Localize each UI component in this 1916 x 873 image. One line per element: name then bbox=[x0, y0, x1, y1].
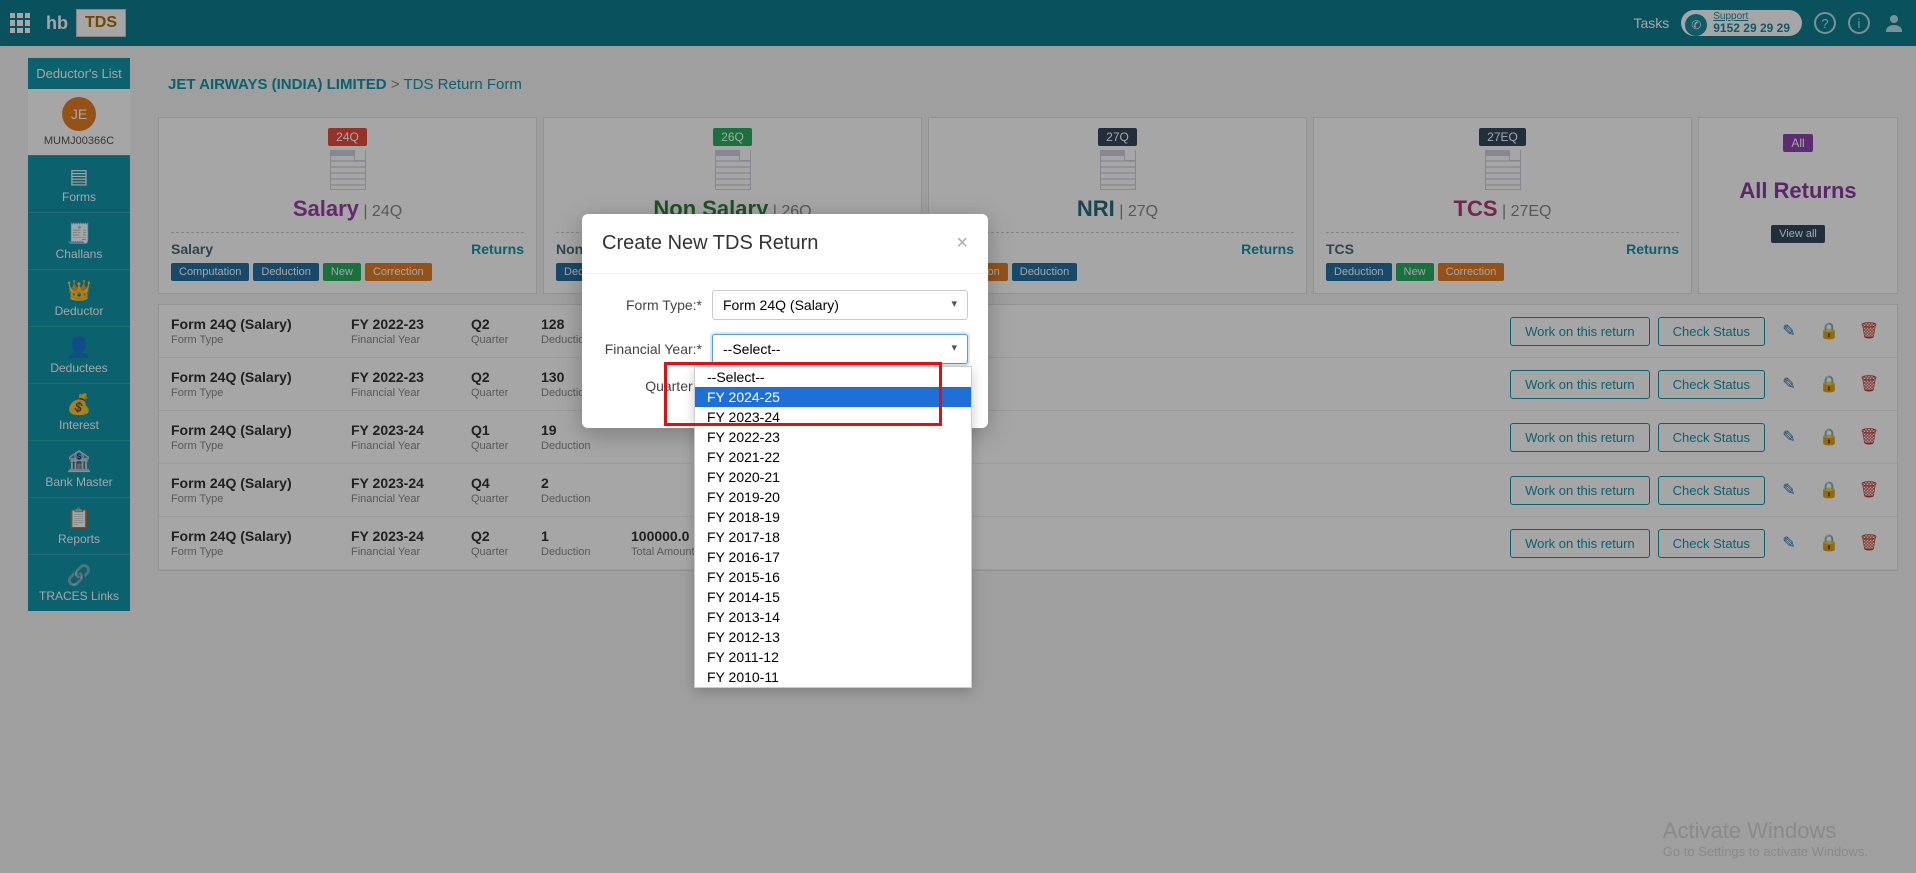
dropdown-option[interactable]: FY 2023-24 bbox=[695, 407, 971, 427]
financial-year-label: Financial Year:* bbox=[602, 341, 712, 357]
dropdown-option[interactable]: FY 2017-18 bbox=[695, 527, 971, 547]
dropdown-option[interactable]: FY 2018-19 bbox=[695, 507, 971, 527]
dropdown-option[interactable]: FY 2015-16 bbox=[695, 567, 971, 587]
close-icon[interactable]: × bbox=[956, 232, 968, 255]
dropdown-option[interactable]: FY 2011-12 bbox=[695, 647, 971, 667]
financial-year-dropdown: --Select--FY 2024-25FY 2023-24FY 2022-23… bbox=[694, 366, 972, 688]
modal-title: Create New TDS Return bbox=[602, 232, 818, 255]
dropdown-option[interactable]: FY 2010-11 bbox=[695, 667, 971, 687]
chevron-down-icon: ▾ bbox=[951, 341, 957, 354]
dropdown-option[interactable]: FY 2019-20 bbox=[695, 487, 971, 507]
financial-year-select[interactable]: --Select--▾ bbox=[712, 334, 968, 364]
form-type-select[interactable]: Form 24Q (Salary)▾ bbox=[712, 290, 968, 320]
dropdown-option[interactable]: FY 2012-13 bbox=[695, 627, 971, 647]
chevron-down-icon: ▾ bbox=[951, 297, 957, 310]
dropdown-option[interactable]: --Select-- bbox=[695, 367, 971, 387]
dropdown-option[interactable]: FY 2016-17 bbox=[695, 547, 971, 567]
dropdown-option[interactable]: FY 2013-14 bbox=[695, 607, 971, 627]
form-type-label: Form Type:* bbox=[602, 297, 712, 313]
dropdown-option[interactable]: FY 2021-22 bbox=[695, 447, 971, 467]
dropdown-option[interactable]: FY 2014-15 bbox=[695, 587, 971, 607]
dropdown-option[interactable]: FY 2020-21 bbox=[695, 467, 971, 487]
windows-activation-watermark: Activate Windows Go to Settings to activ… bbox=[1663, 818, 1868, 859]
dropdown-option[interactable]: FY 2022-23 bbox=[695, 427, 971, 447]
dropdown-option[interactable]: FY 2024-25 bbox=[695, 387, 971, 407]
